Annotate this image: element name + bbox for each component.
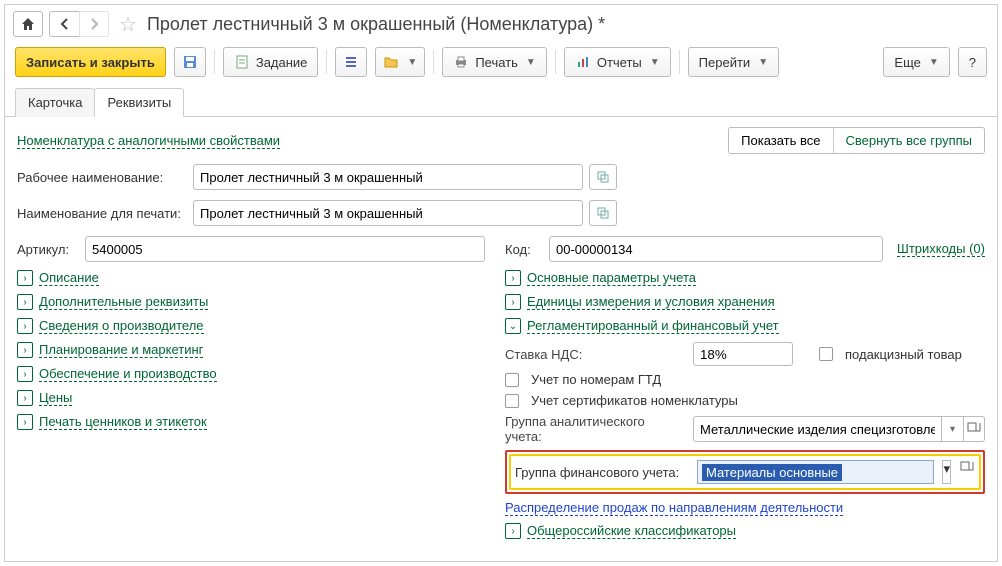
copy-icon — [595, 205, 611, 221]
section-classifiers[interactable]: ›Общероссийские классификаторы — [505, 523, 985, 539]
analytic-dropdown-button[interactable]: ▾ — [941, 416, 963, 442]
analytic-label: Группа аналитического учета: — [505, 414, 685, 444]
chevron-right-icon: › — [17, 390, 33, 406]
tab-props[interactable]: Реквизиты — [94, 88, 184, 117]
chevron-right-icon: › — [17, 270, 33, 286]
chevron-right-icon: › — [17, 294, 33, 310]
code-input[interactable] — [549, 236, 883, 262]
titlebar: ☆ Пролет лестничный 3 м окрашенный (Номе… — [5, 5, 997, 43]
cert-label: Учет сертификатов номенклатуры — [531, 393, 738, 408]
section-reg-fin[interactable]: ⌄Регламентированный и финансовый учет — [505, 318, 985, 334]
print-button[interactable]: Печать ▼ — [442, 47, 547, 77]
tab-card[interactable]: Карточка — [15, 88, 95, 117]
fin-group-highlight: Группа финансового учета: Материалы осно… — [505, 450, 985, 494]
help-button[interactable]: ? — [958, 47, 987, 77]
folder-icon — [383, 54, 399, 70]
cert-checkbox[interactable] — [505, 394, 519, 408]
fin-group-input[interactable]: Материалы основные — [697, 460, 934, 484]
section-prices[interactable]: ›Цены — [17, 390, 485, 406]
section-manufacturer[interactable]: ›Сведения о производителе — [17, 318, 485, 334]
chart-icon — [575, 54, 591, 70]
article-label: Артикул: — [17, 242, 77, 257]
chevron-down-icon: ⌄ — [505, 318, 521, 334]
excise-checkbox[interactable] — [819, 347, 833, 361]
chevron-right-icon: › — [505, 270, 521, 286]
list-button[interactable] — [335, 47, 367, 77]
gtd-label: Учет по номерам ГТД — [531, 372, 661, 387]
chevron-right-icon: › — [17, 414, 33, 430]
reports-button[interactable]: Отчеты ▼ — [564, 47, 671, 77]
open-icon — [959, 460, 975, 476]
show-all-button[interactable]: Показать все — [729, 128, 833, 153]
chevron-down-icon: ▼ — [758, 57, 768, 68]
open-icon — [966, 421, 982, 437]
vat-input[interactable] — [693, 342, 793, 366]
more-button[interactable]: Еще ▼ — [883, 47, 949, 77]
gtd-checkbox[interactable] — [505, 373, 519, 387]
section-main-params[interactable]: ›Основные параметры учета — [505, 270, 985, 286]
folder-dd-button[interactable]: ▼ — [375, 47, 425, 77]
fin-group-value: Материалы основные — [702, 464, 842, 481]
work-name-input[interactable] — [193, 164, 583, 190]
vat-label: Ставка НДС: — [505, 347, 591, 362]
print-name-input[interactable] — [193, 200, 583, 226]
copy-button-2[interactable] — [589, 200, 617, 226]
fin-group-open-button[interactable] — [959, 460, 975, 484]
similar-items-link[interactable]: Номенклатура с аналогичными свойствами — [17, 133, 280, 149]
section-extra[interactable]: ›Дополнительные реквизиты — [17, 294, 485, 310]
chevron-right-icon: › — [17, 366, 33, 382]
section-production[interactable]: ›Обеспечение и производство — [17, 366, 485, 382]
favorite-star-icon[interactable]: ☆ — [119, 12, 137, 37]
copy-button[interactable] — [589, 164, 617, 190]
goto-button[interactable]: Перейти ▼ — [688, 47, 779, 77]
section-planning[interactable]: ›Планирование и маркетинг — [17, 342, 485, 358]
printer-icon — [453, 54, 469, 70]
chevron-right-icon: › — [17, 318, 33, 334]
tabs: Карточка Реквизиты — [5, 87, 997, 117]
fin-group-dropdown-button[interactable]: ▾ — [942, 460, 951, 484]
back-button[interactable] — [49, 11, 79, 37]
save-close-button[interactable]: Записать и закрыть — [15, 47, 166, 77]
chevron-down-icon: ▼ — [650, 57, 660, 68]
chevron-down-icon: ▼ — [929, 57, 939, 68]
arrow-right-icon — [86, 16, 102, 32]
barcodes-link[interactable]: Штрихкоды (0) — [897, 241, 985, 257]
arrow-left-icon — [57, 16, 73, 32]
floppy-icon — [182, 54, 198, 70]
print-name-label: Наименование для печати: — [17, 206, 187, 221]
analytic-open-button[interactable] — [963, 416, 985, 442]
save-button[interactable] — [174, 47, 206, 77]
chevron-right-icon: › — [17, 342, 33, 358]
forward-button[interactable] — [79, 11, 109, 37]
collapse-all-button[interactable]: Свернуть все группы — [834, 128, 984, 153]
task-icon — [234, 54, 250, 70]
section-print-tags[interactable]: ›Печать ценников и этикеток — [17, 414, 485, 430]
analytic-input[interactable] — [693, 416, 941, 442]
chevron-right-icon: › — [505, 523, 521, 539]
code-label: Код: — [505, 242, 541, 257]
chevron-right-icon: › — [505, 294, 521, 310]
toolbar: Записать и закрыть Задание ▼ Печать ▼ От… — [5, 43, 997, 87]
excise-label: подакцизный товар — [845, 347, 962, 362]
section-units[interactable]: ›Единицы измерения и условия хранения — [505, 294, 985, 310]
distribution-link[interactable]: Распределение продаж по направлениям дея… — [505, 500, 843, 516]
home-icon — [20, 16, 36, 32]
chevron-down-icon: ▼ — [407, 57, 417, 68]
fin-group-label: Группа финансового учета: — [515, 465, 689, 480]
window-title: Пролет лестничный 3 м окрашенный (Номенк… — [147, 14, 605, 35]
task-button[interactable]: Задание — [223, 47, 319, 77]
article-input[interactable] — [85, 236, 485, 262]
work-name-label: Рабочее наименование: — [17, 170, 187, 185]
copy-icon — [595, 169, 611, 185]
home-button[interactable] — [13, 11, 43, 37]
section-description[interactable]: ›Описание — [17, 270, 485, 286]
chevron-down-icon: ▼ — [526, 57, 536, 68]
list-icon — [343, 54, 359, 70]
